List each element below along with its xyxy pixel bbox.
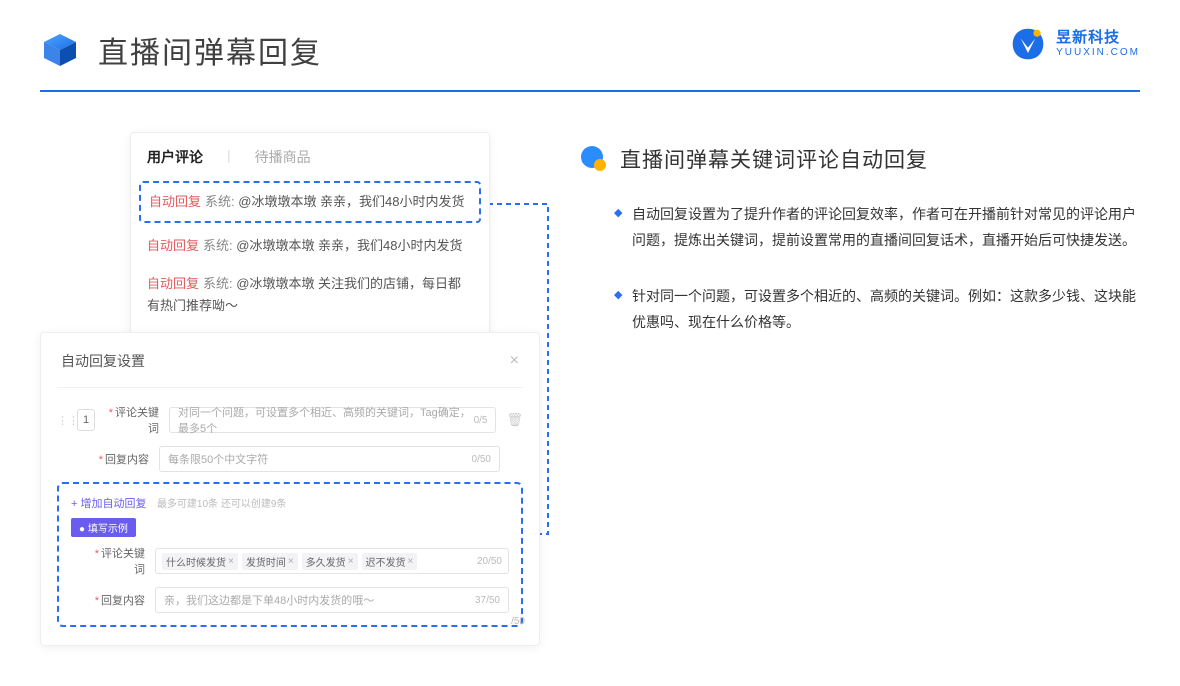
- order-number: 1: [77, 409, 95, 431]
- keyword-tag[interactable]: 迟不发货×: [362, 553, 418, 570]
- example-keyword-label: *评论关键词: [91, 545, 145, 577]
- comment-item: 自动回复系统: @冰墩墩本墩 亲亲，我们48小时内发货: [147, 227, 473, 265]
- example-badge: ● 填写示例: [71, 518, 136, 537]
- keyword-tag[interactable]: 多久发货×: [302, 553, 358, 570]
- add-auto-reply-link[interactable]: + 增加自动回复: [71, 498, 146, 510]
- example-content-input[interactable]: 亲，我们这边都是下单48小时内发货的哦～ 37/50: [155, 587, 509, 613]
- cube-icon: [40, 30, 80, 70]
- content-input[interactable]: 每条限50个中文字符 0/50: [159, 446, 500, 472]
- brand-logo-icon: [1010, 26, 1046, 62]
- drag-handle-icon[interactable]: ⋮⋮: [57, 414, 67, 427]
- tab-separator: |: [227, 147, 231, 167]
- tab-user-comments[interactable]: 用户评论: [147, 147, 203, 167]
- example-highlight-box: + 增加自动回复 最多可建10条 还可以创建9条 ● 填写示例 *评论关键词 什…: [57, 482, 523, 627]
- feature-bullet: 针对同一个问题，可设置多个相近的、高频的关键词。例如：这款多少钱、这块能优惠吗、…: [614, 284, 1140, 336]
- overflow-counter: /50: [511, 616, 525, 627]
- add-hint: 最多可建10条 还可以创建9条: [157, 499, 286, 510]
- keyword-tag[interactable]: 什么时候发货×: [162, 553, 238, 570]
- keyword-label: *评论关键词: [105, 404, 159, 436]
- comment-item: 自动回复系统: @冰墩墩本墩 亲亲，我们48小时内发货: [139, 181, 481, 223]
- chat-bubble-icon: [580, 145, 608, 173]
- keyword-tag[interactable]: 发货时间×: [242, 553, 298, 570]
- content-label: *回复内容: [95, 451, 149, 467]
- keyword-input[interactable]: 对同一个问题，可设置多个相近、高频的关键词，Tag确定，最多5个 0/5: [169, 407, 496, 433]
- close-icon[interactable]: ×: [510, 352, 519, 370]
- tab-pending-products[interactable]: 待播商品: [255, 147, 311, 167]
- feature-bullet: 自动回复设置为了提升作者的评论回复效率，作者可在开播前针对常见的评论用户问题，提…: [614, 202, 1140, 254]
- settings-title: 自动回复设置: [61, 351, 145, 371]
- comments-panel: 用户评论 | 待播商品 自动回复系统: @冰墩墩本墩 亲亲，我们48小时内发货自…: [130, 132, 490, 342]
- brand: 昱新科技 YUUXIN.COM: [1010, 26, 1140, 62]
- feature-title: 直播间弹幕关键词评论自动回复: [620, 144, 928, 174]
- delete-icon[interactable]: 🗑: [506, 412, 523, 428]
- example-content-label: *回复内容: [91, 592, 145, 608]
- example-keyword-tags[interactable]: 什么时候发货×发货时间×多久发货×迟不发货×20/50: [155, 548, 509, 574]
- page-title: 直播间弹幕回复: [98, 28, 322, 72]
- brand-name: 昱新科技: [1056, 30, 1140, 47]
- comment-item: 自动回复系统: @冰墩墩本墩 关注我们的店铺，每日都有热门推荐呦～: [147, 265, 473, 325]
- brand-url: YUUXIN.COM: [1056, 47, 1140, 58]
- auto-reply-settings-modal: 自动回复设置 × ⋮⋮ 1 *评论关键词 对同一个问题，可设置多个相近、高频的关…: [40, 332, 540, 646]
